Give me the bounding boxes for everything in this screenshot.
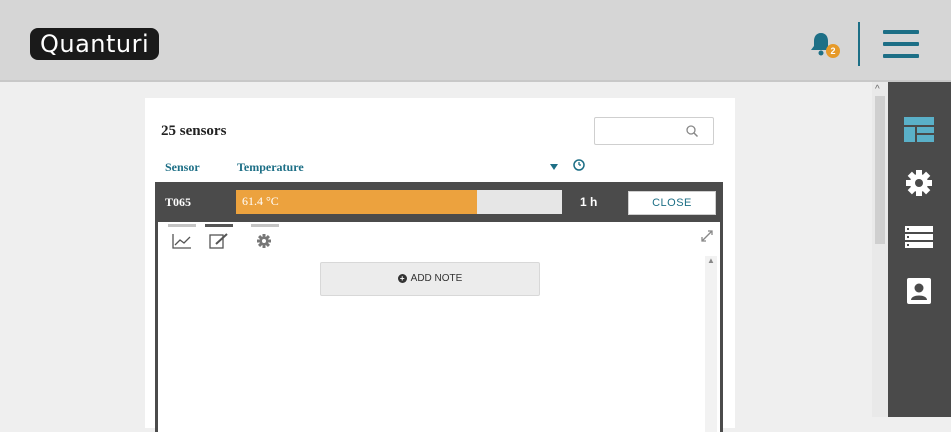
search-icon [686,125,699,138]
menu-line [883,30,919,34]
sensor-count-title: 25 sensors [161,123,227,139]
tab-settings[interactable] [251,224,279,252]
sort-down-icon[interactable] [550,164,558,170]
tab-notes[interactable] [205,224,233,252]
topbar-divider [858,22,860,66]
page-scrollbar-thumb[interactable] [875,96,885,244]
sensor-row-selected[interactable]: T065 61.4 °C 1 h CLOSE [155,182,723,222]
add-note-label: ADD NOTE [410,273,463,284]
sensor-detail-panel: + ADD NOTE ▲ [155,222,723,432]
tab-indicator [205,224,233,227]
sensor-search-input[interactable] [594,117,714,145]
contact-card-icon[interactable] [902,274,936,308]
temperature-value: 61.4 °C [242,194,279,208]
scroll-up-arrow-icon[interactable]: ▲ [707,256,715,265]
gear-icon[interactable] [902,166,936,200]
plus-circle-icon: + [397,273,407,283]
settings-icon [257,234,271,248]
column-header-temperature[interactable]: Temperature [237,160,304,175]
hamburger-menu-button[interactable] [879,26,923,62]
edit-note-icon [209,233,228,249]
notifications-button[interactable]: 2 [808,30,844,60]
tab-chart[interactable] [168,224,196,252]
tab-indicator [251,224,279,227]
last-update-time: 1 h [580,195,598,209]
top-bar: Quanturi 2 [0,0,951,82]
add-note-button[interactable]: + ADD NOTE [320,262,540,296]
close-button[interactable]: CLOSE [628,191,716,215]
scroll-up-arrow-icon[interactable]: ^ [875,84,880,95]
chart-icon [172,234,191,249]
tab-indicator [168,224,196,227]
page-scrollbar[interactable]: ^ [872,82,888,417]
quanturi-logo[interactable]: Quanturi [30,28,160,60]
column-header-sensor[interactable]: Sensor [165,160,200,175]
detail-scrollbar[interactable]: ▲ [705,256,717,432]
notification-count-badge: 2 [826,44,840,58]
sensors-panel: 25 sensors Sensor Temperature T065 61.4 … [145,98,735,432]
menu-line [883,54,919,58]
menu-line [883,42,919,46]
sensor-id: T065 [165,195,192,209]
right-sidebar [888,82,951,417]
list-icon[interactable] [902,220,936,254]
temperature-bar: 61.4 °C [236,190,562,214]
clock-icon[interactable] [573,159,585,171]
expand-icon[interactable] [699,228,715,244]
dashboard-icon[interactable] [902,112,936,146]
